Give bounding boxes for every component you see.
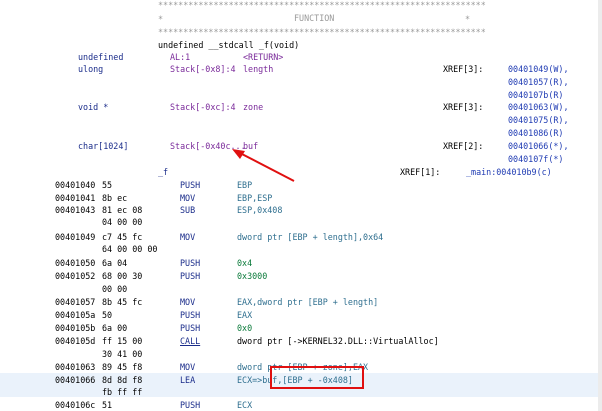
instruction-bytes: 6a 04	[102, 258, 128, 268]
instruction-mnemonic: PUSH	[180, 323, 201, 333]
instruction-bytes-cont: 30 41 00	[102, 349, 143, 359]
instruction-bytes: 89 45 f8	[102, 362, 143, 372]
instruction-mnemonic: PUSH	[180, 400, 201, 410]
instruction-operands: ESP,0x408	[237, 205, 283, 215]
xref-link[interactable]: 00401049(W),	[508, 64, 569, 75]
instruction-address: 00401040	[55, 180, 96, 190]
instruction-mnemonic: PUSH	[180, 310, 201, 320]
instruction-bytes: 8b 45 fc	[102, 297, 143, 307]
var-type: undefined	[78, 52, 124, 62]
var-type: ulong	[78, 64, 104, 74]
instruction-bytes: 50	[102, 310, 113, 320]
var-type: char[1024]	[78, 141, 129, 151]
instruction-operands: EBP	[237, 180, 253, 190]
instruction-address: 0040105a	[55, 310, 96, 320]
instruction-operands: dword ptr [->KERNEL32.DLL::VirtualAlloc]	[237, 336, 439, 346]
var-name: zone	[243, 102, 264, 112]
instruction-bytes-cont: 04 00 00	[102, 217, 143, 227]
instruction-mnemonic: MOV	[180, 193, 196, 203]
xref-link[interactable]: 00401063(W),	[508, 102, 569, 113]
instruction-operands: dword ptr [EBP + length],0x64	[237, 232, 384, 242]
instruction-operands: EAX	[237, 310, 253, 320]
instruction-mnemonic: SUB	[180, 205, 196, 215]
instruction-mnemonic: PUSH	[180, 180, 201, 190]
instruction-address: 00401057	[55, 297, 96, 307]
instruction-bytes: 8b ec	[102, 193, 128, 203]
annotation-highlight-box	[270, 366, 364, 389]
instruction-bytes: 81 ec 08	[102, 205, 143, 215]
instruction-operands: ECX	[237, 400, 253, 410]
xref-label: XREF[2]:	[443, 141, 484, 151]
var-storage: Stack[-0xc]:4	[170, 102, 236, 112]
xref-link[interactable]: 00401066(*),	[508, 141, 569, 152]
instruction-mnemonic: MOV	[180, 232, 196, 242]
banner-label: FUNCTION	[294, 13, 335, 23]
xref-link[interactable]: 00401057(R),	[508, 77, 569, 88]
instruction-address: 00401063	[55, 362, 96, 372]
xref-link[interactable]: 0040107b(R)	[508, 90, 563, 101]
banner-star-right: *	[465, 14, 471, 24]
var-name: <RETURN>	[243, 52, 284, 62]
instruction-bytes: c7 45 fc	[102, 232, 143, 242]
var-type: void *	[78, 102, 109, 112]
instruction-bytes: 8d 8d f8	[102, 375, 143, 385]
xref-link[interactable]: 00401075(R),	[508, 115, 569, 126]
instruction-address: 00401043	[55, 205, 96, 215]
scrollbar-track[interactable]	[598, 0, 602, 411]
instruction-mnemonic: MOV	[180, 297, 196, 307]
var-name: length	[243, 64, 274, 74]
instruction-address: 00401041	[55, 193, 96, 203]
instruction-bytes-cont: fb ff ff	[102, 387, 143, 397]
instruction-bytes: ff 15 00	[102, 336, 143, 346]
instruction-mnemonic: LEA	[180, 375, 196, 385]
instruction-bytes: 55	[102, 180, 113, 190]
xref-label: XREF[1]:	[400, 167, 441, 177]
instruction-address: 00401052	[55, 271, 96, 281]
instruction-address: 00401050	[55, 258, 96, 268]
xref-label: XREF[3]:	[443, 102, 484, 112]
instruction-mnemonic: PUSH	[180, 271, 201, 281]
xref-label: XREF[3]:	[443, 64, 484, 74]
banner-stars-top: ****************************************…	[158, 0, 486, 10]
instruction-bytes: 51	[102, 400, 113, 410]
instruction-bytes: 6a 00	[102, 323, 128, 333]
instruction-mnemonic: PUSH	[180, 258, 201, 268]
instruction-operands: 0x4	[237, 258, 253, 268]
instruction-mnemonic: CALL	[180, 336, 201, 346]
function-label: _f	[158, 167, 169, 177]
instruction-address: 0040106c	[55, 400, 96, 410]
instruction-bytes-cont: 00 00	[102, 284, 128, 294]
banner-star-left: *	[158, 14, 164, 24]
instruction-address: 00401066	[55, 375, 96, 385]
function-signature[interactable]: undefined __stdcall _f(void)	[158, 40, 299, 51]
instruction-address: 0040105b	[55, 323, 96, 333]
banner-stars-bottom: ****************************************…	[158, 27, 486, 37]
instruction-operands: 0x0	[237, 323, 253, 333]
var-storage: Stack[-0x8]:4	[170, 64, 236, 74]
var-storage: AL:1	[170, 52, 191, 62]
var-storage: Stack[-0x40c...	[170, 141, 246, 151]
instruction-operands: EBP,ESP	[237, 193, 273, 203]
instruction-address: 0040105d	[55, 336, 96, 346]
instruction-bytes-cont: 64 00 00 00	[102, 244, 158, 254]
xref-link[interactable]: 00401086(R)	[508, 128, 563, 139]
instruction-address: 00401049	[55, 232, 96, 242]
var-name: buf	[243, 141, 259, 151]
xref-link[interactable]: 0040107f(*)	[508, 154, 563, 165]
xref-link[interactable]: _main:004010b9(c)	[466, 167, 552, 178]
instruction-bytes: 68 00 30	[102, 271, 143, 281]
instruction-operands: EAX,dword ptr [EBP + length]	[237, 297, 379, 307]
instruction-operands: 0x3000	[237, 271, 268, 281]
instruction-mnemonic: MOV	[180, 362, 196, 372]
